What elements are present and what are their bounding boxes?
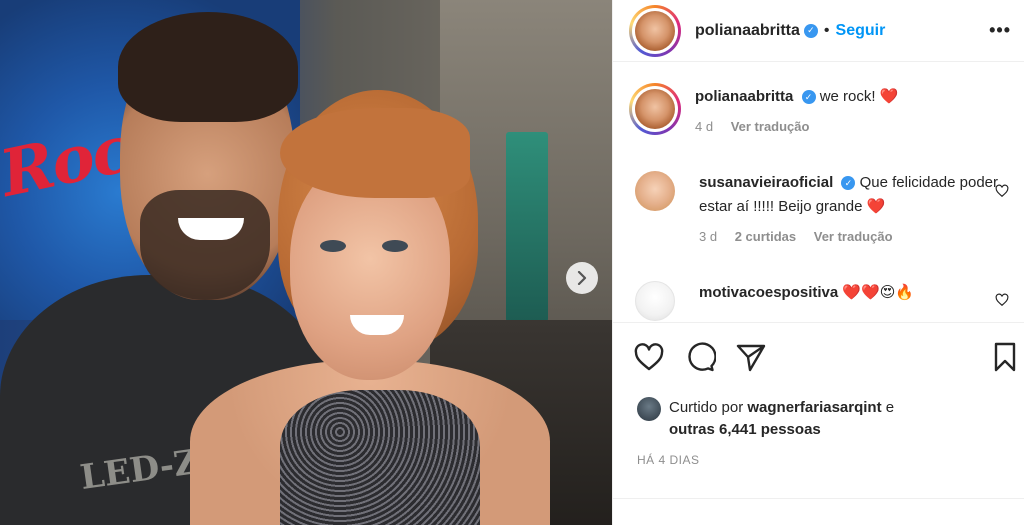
add-comment-bar[interactable] [613, 498, 1024, 525]
caption-username[interactable]: polianaabritta [695, 88, 793, 105]
comment-username[interactable]: motivacoespositiva [699, 284, 838, 301]
chevron-right-icon [577, 271, 587, 285]
post-date[interactable]: HÁ 4 DIAS [637, 453, 700, 467]
next-photo-button[interactable] [566, 262, 598, 294]
comment-time[interactable]: 3 d [699, 229, 717, 244]
comment-avatar[interactable] [635, 281, 675, 321]
comment-emojis: ❤️❤️😍🔥 [842, 284, 915, 301]
verified-icon: ✓ [841, 176, 856, 191]
follow-button[interactable]: Seguir [836, 22, 886, 40]
comment-username[interactable]: susanavieiraoficial [699, 174, 833, 191]
author-avatar-story-ring[interactable] [629, 4, 681, 57]
comment-like-heart-icon[interactable] [995, 293, 1009, 307]
woman-bangs [280, 108, 470, 198]
comment-avatar[interactable] [635, 171, 675, 211]
liked-by: Curtido por wagnerfariasarqint e outras … [637, 397, 894, 441]
author-username[interactable]: polianaabritta [695, 22, 800, 40]
heart-icon[interactable] [633, 341, 665, 373]
caption-row: polianaabritta ✓ we rock! ❤️ 4 d Ver tra… [629, 83, 898, 139]
post-photo[interactable]: Rock LED-Z [0, 0, 612, 525]
comment-row: susanavieiraoficial ✓ Que felicidade pod… [629, 171, 999, 249]
liked-by-prefix: Curtido por [669, 399, 744, 416]
verified-icon: ✓ [803, 23, 818, 38]
woman-sequin-top [280, 390, 480, 525]
bookmark-icon[interactable] [989, 341, 1021, 373]
heart-emoji: ❤️ [879, 88, 899, 105]
author-avatar[interactable] [635, 10, 675, 51]
caption-avatar[interactable] [635, 89, 675, 129]
woman-eye-left [320, 240, 346, 252]
post-header: polianaabritta ✓ • Seguir ••• [613, 0, 1024, 62]
comment-icon[interactable] [684, 341, 716, 373]
liked-by-connector: e [885, 399, 895, 416]
caption-time[interactable]: 4 d [695, 119, 713, 134]
post-actions: Curtido por wagnerfariasarqint e outras … [613, 322, 1024, 498]
share-icon[interactable] [735, 341, 767, 373]
verified-icon: ✓ [801, 90, 816, 105]
woman-eye-right [382, 240, 408, 252]
comment-translate-link[interactable]: Ver tradução [814, 229, 893, 244]
header-separator: • [823, 21, 830, 39]
more-icon[interactable]: ••• [989, 20, 1011, 41]
caption-translate-link[interactable]: Ver tradução [731, 119, 810, 134]
photo-woman [190, 90, 550, 525]
caption-avatar-ring[interactable] [629, 83, 681, 135]
heart-emoji: ❤️ [866, 198, 886, 215]
liker-avatar[interactable] [637, 397, 661, 421]
post-side-panel: polianaabritta ✓ • Seguir ••• polianaabr… [612, 0, 1024, 525]
liked-by-user[interactable]: wagnerfariasarqint [747, 399, 881, 416]
comment-like-heart-icon[interactable] [995, 184, 1009, 198]
liked-by-others[interactable]: outras 6,441 pessoas [669, 421, 821, 438]
comments-list[interactable]: polianaabritta ✓ we rock! ❤️ 4 d Ver tra… [613, 63, 1024, 321]
comment-likes[interactable]: 2 curtidas [735, 229, 796, 244]
comment-row: motivacoespositiva ❤️❤️😍🔥 [629, 281, 914, 321]
caption-text: we rock! [819, 88, 876, 105]
